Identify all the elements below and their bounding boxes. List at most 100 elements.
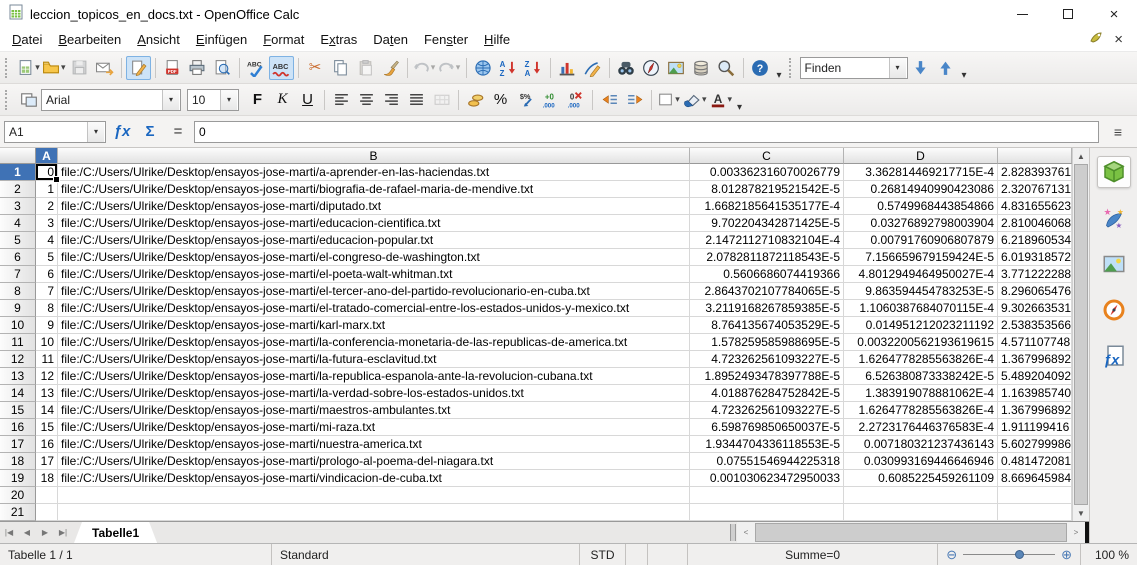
align-justify-button[interactable] (404, 88, 429, 112)
sheet-grid[interactable]: ABCD10file:/C:/Users/Ulrike/Desktop/ensa… (0, 148, 1072, 521)
menubar-logo-icon[interactable] (1088, 30, 1104, 49)
page-preview-button[interactable] (210, 56, 235, 80)
cell[interactable]: 1 (36, 181, 58, 198)
chevron-down-icon[interactable]: ▾ (162, 90, 179, 110)
minimize-button[interactable] (999, 0, 1045, 28)
cell[interactable]: 1.1060387684070115E-4 (844, 300, 998, 317)
cell[interactable]: 4.571107748 (998, 334, 1072, 351)
cell[interactable]: 1.163985740 (998, 385, 1072, 402)
horizontal-scrollbar[interactable] (755, 522, 1067, 543)
toolbar-grip[interactable] (5, 90, 12, 110)
status-selection-mode[interactable]: STD (580, 544, 626, 565)
percent-format-button[interactable]: % (488, 88, 513, 112)
cell[interactable]: file:/C:/Users/Ulrike/Desktop/ensayos-jo… (58, 368, 690, 385)
cell[interactable]: 13 (36, 385, 58, 402)
row-header[interactable]: 6 (0, 249, 36, 266)
cell[interactable]: file:/C:/Users/Ulrike/Desktop/ensayos-jo… (58, 198, 690, 215)
status-sum[interactable]: Summe=0 (688, 544, 938, 565)
column-header[interactable]: C (690, 148, 844, 164)
row-header[interactable]: 5 (0, 232, 36, 249)
row-header[interactable]: 18 (0, 453, 36, 470)
cell[interactable]: 0.26814940990423086 (844, 181, 998, 198)
sort-ascending-button[interactable]: AZ (496, 56, 521, 80)
sidebar-tab-properties[interactable] (1097, 156, 1131, 188)
cell[interactable]: 2.8643702107784065E-5 (690, 283, 844, 300)
column-header[interactable]: A (36, 148, 58, 164)
sidebar-tab-functions[interactable]: ƒx (1097, 340, 1131, 372)
menu-item[interactable]: Hilfe (476, 29, 518, 50)
cell[interactable]: 0.00791760906807879 (844, 232, 998, 249)
cell[interactable]: 9 (36, 317, 58, 334)
decrease-indent-button[interactable] (597, 88, 622, 112)
first-sheet-button[interactable]: |◀ (0, 522, 18, 543)
cell[interactable]: 9.863594454783253E-5 (844, 283, 998, 300)
cell[interactable]: 2.1472112710832104E-4 (690, 232, 844, 249)
toolbar-grip[interactable] (5, 58, 12, 78)
find-previous-button[interactable] (933, 56, 958, 80)
sort-descending-button[interactable]: ZA (521, 56, 546, 80)
align-center-button[interactable] (354, 88, 379, 112)
draw-functions-button[interactable] (580, 56, 605, 80)
cell[interactable]: 4.723262561093227E-5 (690, 402, 844, 419)
cell[interactable]: file:/C:/Users/Ulrike/Desktop/ensayos-jo… (58, 232, 690, 249)
cell[interactable]: file:/C:/Users/Ulrike/Desktop/ensayos-jo… (58, 436, 690, 453)
cell[interactable]: 3.771222288 (998, 266, 1072, 283)
tab-scrollbar-splitter[interactable] (730, 524, 736, 541)
cell[interactable]: 1.367996892 (998, 351, 1072, 368)
add-decimal-button[interactable]: +0.000 (538, 88, 563, 112)
cell[interactable]: 0.5749968443854866 (844, 198, 998, 215)
cell[interactable]: 2.0782811872118543E-5 (690, 249, 844, 266)
row-header[interactable]: 12 (0, 351, 36, 368)
increase-indent-button[interactable] (622, 88, 647, 112)
status-zoom-value[interactable]: 100 % (1081, 544, 1137, 565)
cell[interactable]: 5.489204092 (998, 368, 1072, 385)
chevron-down-icon[interactable]: ▾ (889, 58, 906, 78)
cell[interactable]: 16 (36, 436, 58, 453)
cell[interactable]: 17 (36, 453, 58, 470)
cell[interactable]: 0.001030623472950033 (690, 470, 844, 487)
standard-format-button[interactable]: $% (513, 88, 538, 112)
column-header[interactable] (998, 148, 1072, 164)
cell[interactable] (844, 487, 998, 504)
bold-button[interactable]: F (245, 88, 270, 112)
row-header[interactable]: 13 (0, 368, 36, 385)
cell[interactable]: 0.014951212023211192 (844, 317, 998, 334)
toolbar-overflow-button[interactable]: ▾ (733, 102, 746, 113)
cell[interactable]: 0.481472081 (998, 453, 1072, 470)
cell[interactable]: 6.218960534 (998, 232, 1072, 249)
cell[interactable]: 12 (36, 368, 58, 385)
chevron-down-icon[interactable]: ▾ (87, 122, 104, 142)
cell[interactable]: 5 (36, 249, 58, 266)
cell[interactable]: 6.598769850650037E-5 (690, 419, 844, 436)
borders-button[interactable]: ▾ (656, 88, 681, 112)
email-button[interactable] (92, 56, 117, 80)
cell[interactable]: 8.296065476 (998, 283, 1072, 300)
cell[interactable]: 2.538353566 (998, 317, 1072, 334)
cell[interactable]: file:/C:/Users/Ulrike/Desktop/ensayos-jo… (58, 266, 690, 283)
cell[interactable]: file:/C:/Users/Ulrike/Desktop/ensayos-jo… (58, 385, 690, 402)
row-header[interactable]: 20 (0, 487, 36, 504)
new-document-button[interactable]: ▾ (16, 56, 41, 80)
row-header[interactable]: 16 (0, 419, 36, 436)
cell[interactable]: 10 (36, 334, 58, 351)
delete-decimal-button[interactable]: 0.000 (563, 88, 588, 112)
menu-item[interactable]: Einfügen (188, 29, 255, 50)
cell[interactable] (58, 487, 690, 504)
formula-button[interactable]: = (166, 123, 190, 140)
font-size-combo[interactable]: ▾ (187, 89, 239, 111)
scroll-left-button[interactable]: < (737, 522, 755, 543)
zoom-button[interactable] (714, 56, 739, 80)
cell[interactable]: file:/C:/Users/Ulrike/Desktop/ensayos-jo… (58, 215, 690, 232)
toolbar-overflow-button[interactable]: ▾ (773, 70, 786, 81)
sheet-tab-tabelle1[interactable]: Tabelle1 (74, 522, 157, 543)
cell[interactable]: 2.810046068 (998, 215, 1072, 232)
cell[interactable]: 1.9344704336118553E-5 (690, 436, 844, 453)
copy-button[interactable] (328, 56, 353, 80)
sidebar-menu-icon[interactable]: ≡ (1103, 124, 1133, 140)
cell[interactable]: 0.030993169446646946 (844, 453, 998, 470)
open-button[interactable]: ▾ (41, 56, 67, 80)
cell[interactable]: 4.831655623 (998, 198, 1072, 215)
background-color-button[interactable]: ▾ (681, 88, 708, 112)
cell[interactable]: file:/C:/Users/Ulrike/Desktop/ensayos-jo… (58, 402, 690, 419)
hyperlink-button[interactable] (471, 56, 496, 80)
